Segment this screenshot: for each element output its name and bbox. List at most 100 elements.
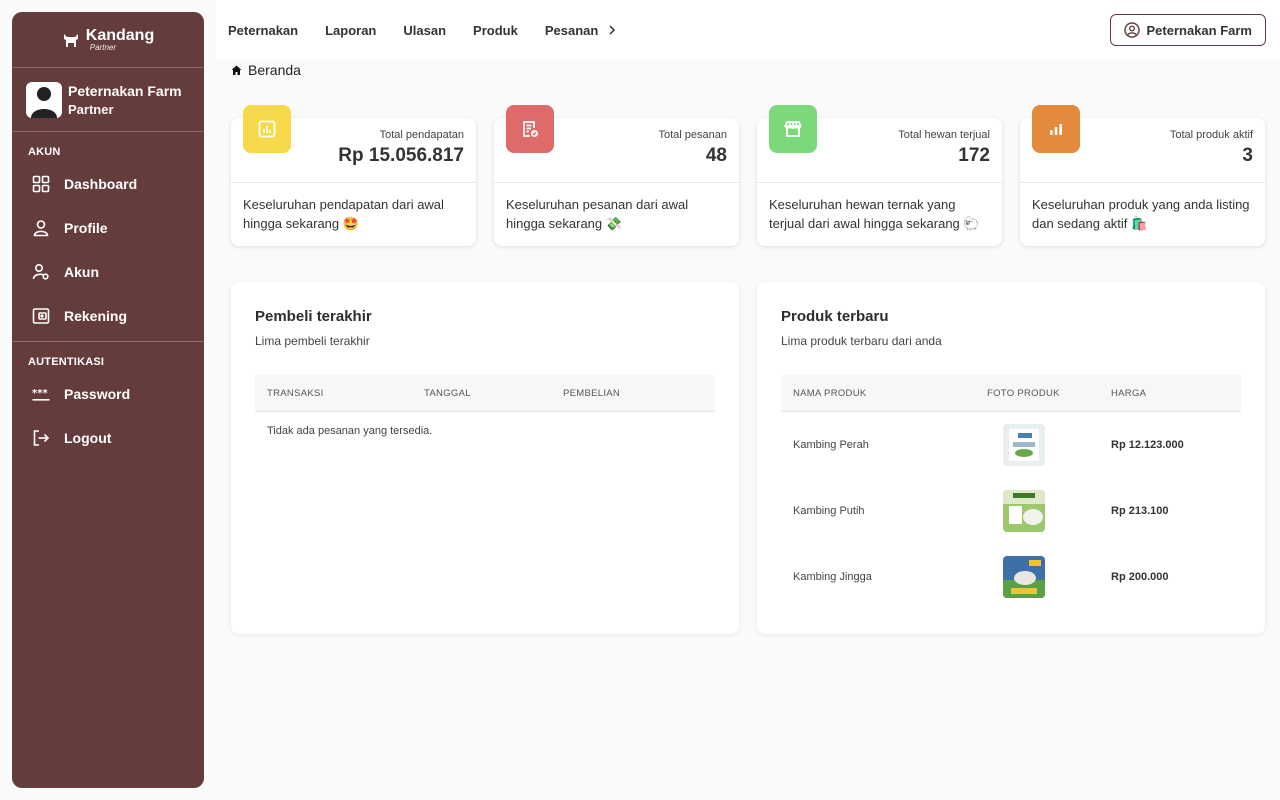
divider xyxy=(1020,182,1265,183)
product-photo-image xyxy=(1003,490,1045,532)
table-row[interactable]: Kambing Jingga Rp 200.000 xyxy=(781,544,1241,610)
svg-text:***: *** xyxy=(32,388,48,399)
brand-subtitle: Partner xyxy=(89,42,116,52)
stat-label: Total hewan terjual xyxy=(898,129,990,141)
sidebar-item-label: Rekening xyxy=(64,308,128,324)
user-icon xyxy=(33,220,49,237)
stat-value: Rp 15.056.817 xyxy=(338,145,464,166)
goat-logo-icon xyxy=(63,33,78,47)
stat-icon-box xyxy=(1032,105,1080,153)
column-header-foto-produk[interactable]: FOTO PRODUK xyxy=(987,388,1060,399)
bar-chart-icon xyxy=(1050,124,1062,135)
divider xyxy=(757,182,1002,183)
stat-label: Total produk aktif xyxy=(1169,129,1253,141)
top-nav-peternakan[interactable]: Peternakan xyxy=(228,23,298,38)
order-check-icon xyxy=(523,121,538,137)
product-price: Rp 213.100 xyxy=(1111,505,1169,517)
sidebar-item-password[interactable]: *** Password xyxy=(12,372,204,416)
product-photo[interactable] xyxy=(1003,490,1045,532)
user-avatar-icon xyxy=(31,86,57,118)
stat-icon-box xyxy=(506,105,554,153)
product-photo-image xyxy=(1003,424,1045,466)
breadcrumb-label[interactable]: Beranda xyxy=(248,62,301,78)
stat-icon-box xyxy=(769,105,817,153)
top-nav: Peternakan Laporan Ulasan Produk Pesanan xyxy=(216,23,617,38)
panel-title: Pembeli terakhir xyxy=(255,308,372,325)
column-header-pembelian[interactable]: PEMBELIAN xyxy=(563,388,620,399)
product-photo-image xyxy=(1003,556,1045,598)
account-button[interactable]: Peternakan Farm xyxy=(1109,14,1266,46)
stat-label: Total pendapatan xyxy=(379,129,464,141)
user-gear-icon xyxy=(32,263,49,280)
brand-name: Kandang xyxy=(85,26,155,44)
stat-description: Keseluruhan pendapatan dari awal hingga … xyxy=(243,197,444,231)
stat-label: Total pesanan xyxy=(658,129,728,141)
sidebar-item-label: Logout xyxy=(64,430,112,446)
panel-subtitle: Lima pembeli terakhir xyxy=(255,334,370,348)
stat-icon-box xyxy=(243,105,291,153)
panel-title: Produk terbaru xyxy=(781,308,889,325)
column-header-harga[interactable]: HARGA xyxy=(1111,388,1146,399)
avatar xyxy=(26,81,62,118)
store-icon xyxy=(784,121,802,137)
column-header-nama-produk[interactable]: NAMA PRODUK xyxy=(793,388,867,399)
stat-card-pesanan: Total pesanan 48 Keseluruhan pesanan dar… xyxy=(494,105,739,246)
chart-icon xyxy=(258,120,276,138)
product-price: Rp 12.123.000 xyxy=(1111,439,1184,451)
product-name: Kambing Putih xyxy=(793,505,865,517)
table-row[interactable]: Kambing Perah Rp 12.123.000 xyxy=(781,412,1241,478)
sidebar-item-label: Profile xyxy=(64,220,108,236)
breadcrumb: Beranda xyxy=(231,62,301,78)
top-nav-ulasan[interactable]: Ulasan xyxy=(403,23,446,38)
user-card[interactable]: Peternakan Farm Partner xyxy=(12,68,204,132)
chevron-right-icon[interactable] xyxy=(607,25,617,35)
product-price: Rp 200.000 xyxy=(1111,571,1169,583)
stat-card-hewan-terjual: Total hewan terjual 172 Keseluruhan hewa… xyxy=(757,105,1002,246)
sidebar-item-dashboard[interactable]: Dashboard xyxy=(12,162,204,206)
sidebar-item-akun[interactable]: Akun xyxy=(12,250,204,294)
stat-value: 172 xyxy=(958,145,990,166)
section-title-akun: AKUN xyxy=(28,146,61,158)
divider xyxy=(231,182,476,183)
logout-icon xyxy=(33,430,50,446)
top-nav-produk[interactable]: Produk xyxy=(473,23,518,38)
stat-value: 3 xyxy=(1242,145,1253,166)
table-row[interactable]: Kambing Putih Rp 213.100 xyxy=(781,478,1241,544)
top-nav-pesanan[interactable]: Pesanan xyxy=(545,23,598,38)
sidebar-item-logout[interactable]: Logout xyxy=(12,416,204,460)
table-header: TRANSAKSI TANGGAL PEMBELIAN xyxy=(255,375,715,412)
product-photo[interactable] xyxy=(1003,556,1045,598)
brand[interactable]: Kandang Partner xyxy=(12,12,204,68)
user-role: Partner xyxy=(68,101,114,117)
sidebar-item-profile[interactable]: Profile xyxy=(12,206,204,250)
column-header-transaksi[interactable]: TRANSAKSI xyxy=(267,388,324,399)
product-name: Kambing Perah xyxy=(793,439,869,451)
top-nav-laporan[interactable]: Laporan xyxy=(325,23,376,38)
stat-card-pendapatan: Total pendapatan Rp 15.056.817 Keseluruh… xyxy=(231,105,476,246)
latest-products-panel: Produk terbaru Lima produk terbaru dari … xyxy=(757,282,1265,634)
product-name: Kambing Jingga xyxy=(793,571,872,583)
panel-subtitle: Lima produk terbaru dari anda xyxy=(781,334,942,348)
stat-card-produk-aktif: Total produk aktif 3 Keseluruhan produk … xyxy=(1020,105,1265,246)
password-icon: *** xyxy=(32,388,50,401)
sidebar-item-rekening[interactable]: Rekening xyxy=(12,294,204,338)
wallet-icon xyxy=(32,308,50,324)
sidebar-item-label: Akun xyxy=(64,264,99,280)
stat-description: Keseluruhan produk yang anda listing dan… xyxy=(1032,197,1250,231)
empty-message: Tidak ada pesanan yang tersedia. xyxy=(267,425,433,437)
topbar: Peternakan Laporan Ulasan Produk Pesanan… xyxy=(216,0,1280,60)
user-name: Peternakan Farm xyxy=(68,82,182,99)
product-photo[interactable] xyxy=(1003,424,1045,466)
grid-icon xyxy=(32,175,50,193)
stat-value: 48 xyxy=(705,145,727,166)
sidebar-item-label: Password xyxy=(64,386,131,402)
stat-description: Keseluruhan hewan ternak yang terjual da… xyxy=(769,197,980,231)
column-header-tanggal[interactable]: TANGGAL xyxy=(424,388,471,399)
sidebar-item-label: Dashboard xyxy=(64,176,138,192)
divider xyxy=(494,182,739,183)
sidebar: Kandang Partner Peternakan Farm Partner … xyxy=(12,12,204,788)
stat-description: Keseluruhan pesanan dari awal hingga sek… xyxy=(506,197,689,231)
user-circle-icon xyxy=(1123,22,1140,38)
home-icon xyxy=(231,65,242,75)
table-header: NAMA PRODUK FOTO PRODUK HARGA xyxy=(781,375,1241,412)
